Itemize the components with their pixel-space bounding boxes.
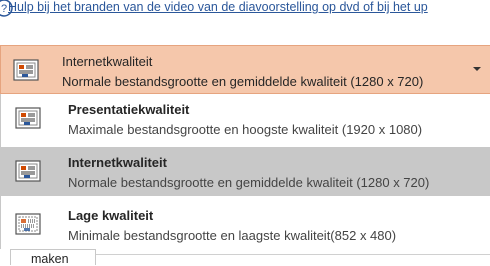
option-description: Minimale bestandsgrootte en laagste kwal…: [68, 228, 397, 243]
chevron-down-icon[interactable]: [472, 65, 482, 73]
quality-options-list: Presentatiekwaliteit Maximale bestandsgr…: [0, 94, 490, 249]
option-description: Normale bestandsgrootte en gemiddelde kw…: [68, 175, 430, 190]
dropdown-selected-title: Internetkwaliteit: [62, 54, 153, 69]
option-title: Presentatiekwaliteit: [68, 102, 190, 117]
low-quality-icon: [15, 213, 41, 235]
option-title: Lage kwaliteit: [68, 208, 154, 223]
help-link[interactable]: Hulp bij het branden van de video van de…: [8, 0, 428, 14]
option-description: Maximale bestandsgrootte en hoogste kwal…: [68, 122, 423, 137]
create-tab-label: maken: [31, 252, 69, 266]
help-row: ? Hulp bij het branden van de video van …: [0, 0, 490, 20]
option-low-quality[interactable]: Lage kwaliteit Minimale bestandsgrootte …: [1, 200, 490, 249]
internet-quality-icon: [13, 59, 39, 81]
internet-quality-icon: [15, 160, 41, 182]
option-title: Internetkwaliteit: [68, 155, 167, 170]
divider: [96, 254, 490, 255]
presentation-quality-icon: [15, 107, 41, 129]
option-presentation-quality[interactable]: Presentatiekwaliteit Maximale bestandsgr…: [1, 94, 490, 143]
svg-text:?: ?: [1, 3, 7, 15]
quality-dropdown[interactable]: Internetkwaliteit Normale bestandsgroott…: [0, 45, 490, 94]
option-internet-quality[interactable]: Internetkwaliteit Normale bestandsgroott…: [1, 147, 490, 196]
dropdown-selected-description: Normale bestandsgrootte en gemiddelde kw…: [62, 74, 424, 89]
